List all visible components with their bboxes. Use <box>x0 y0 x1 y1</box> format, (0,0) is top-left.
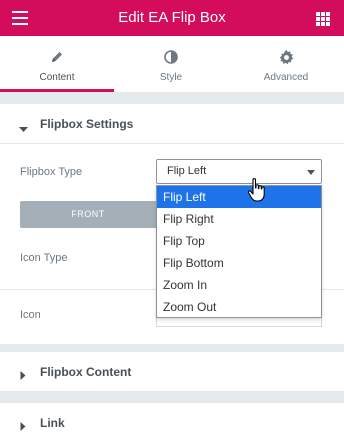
option-zoom-out[interactable]: Zoom Out <box>157 296 321 318</box>
front-button[interactable]: FRONT <box>20 201 156 228</box>
apps-grid-icon[interactable] <box>316 12 330 26</box>
tab-style-label: Style <box>159 72 183 83</box>
tab-content[interactable]: Content <box>0 36 114 92</box>
caret-down-icon <box>19 120 28 138</box>
editor-header: Edit EA Flip Box <box>0 0 344 36</box>
page-title: Edit EA Flip Box <box>118 9 226 26</box>
tab-advanced[interactable]: Advanced <box>228 36 344 92</box>
option-zoom-in[interactable]: Zoom In <box>157 274 321 296</box>
flipbox-type-label: Flipbox Type <box>20 166 83 178</box>
section-title: Flipbox Settings <box>40 117 134 131</box>
panel-tabs: Content Style Advanced <box>0 36 344 92</box>
chevron-down-icon <box>307 170 315 175</box>
flipbox-type-dropdown[interactable]: Flip Left Flip Right Flip Top Flip Botto… <box>156 185 322 318</box>
flipbox-type-select[interactable]: Flip Left <box>156 159 322 184</box>
section-flipbox-settings[interactable]: Flipbox Settings <box>0 104 344 144</box>
tab-content-label: Content <box>39 72 75 83</box>
option-flip-top[interactable]: Flip Top <box>157 230 321 252</box>
caret-right-icon <box>20 418 26 436</box>
tab-style[interactable]: Style <box>114 36 228 92</box>
pencil-icon <box>0 50 114 66</box>
section-gap <box>0 391 344 403</box>
section-title: Link <box>40 416 65 430</box>
option-flip-right[interactable]: Flip Right <box>157 208 321 230</box>
option-flip-bottom[interactable]: Flip Bottom <box>157 252 321 274</box>
select-value: Flip Left <box>167 165 207 177</box>
section-gap <box>0 92 344 104</box>
option-flip-left[interactable]: Flip Left <box>157 186 321 208</box>
tab-advanced-label: Advanced <box>263 72 309 83</box>
section-title: Flipbox Content <box>40 365 132 379</box>
contrast-icon <box>114 50 228 66</box>
icon-label: Icon <box>20 309 41 321</box>
hand-cursor-icon <box>247 177 269 203</box>
caret-right-icon <box>20 367 26 385</box>
icon-type-label: Icon Type <box>20 252 68 264</box>
gear-icon <box>228 50 344 66</box>
section-flipbox-content[interactable]: Flipbox Content <box>0 352 344 392</box>
section-link[interactable]: Link <box>0 403 344 443</box>
